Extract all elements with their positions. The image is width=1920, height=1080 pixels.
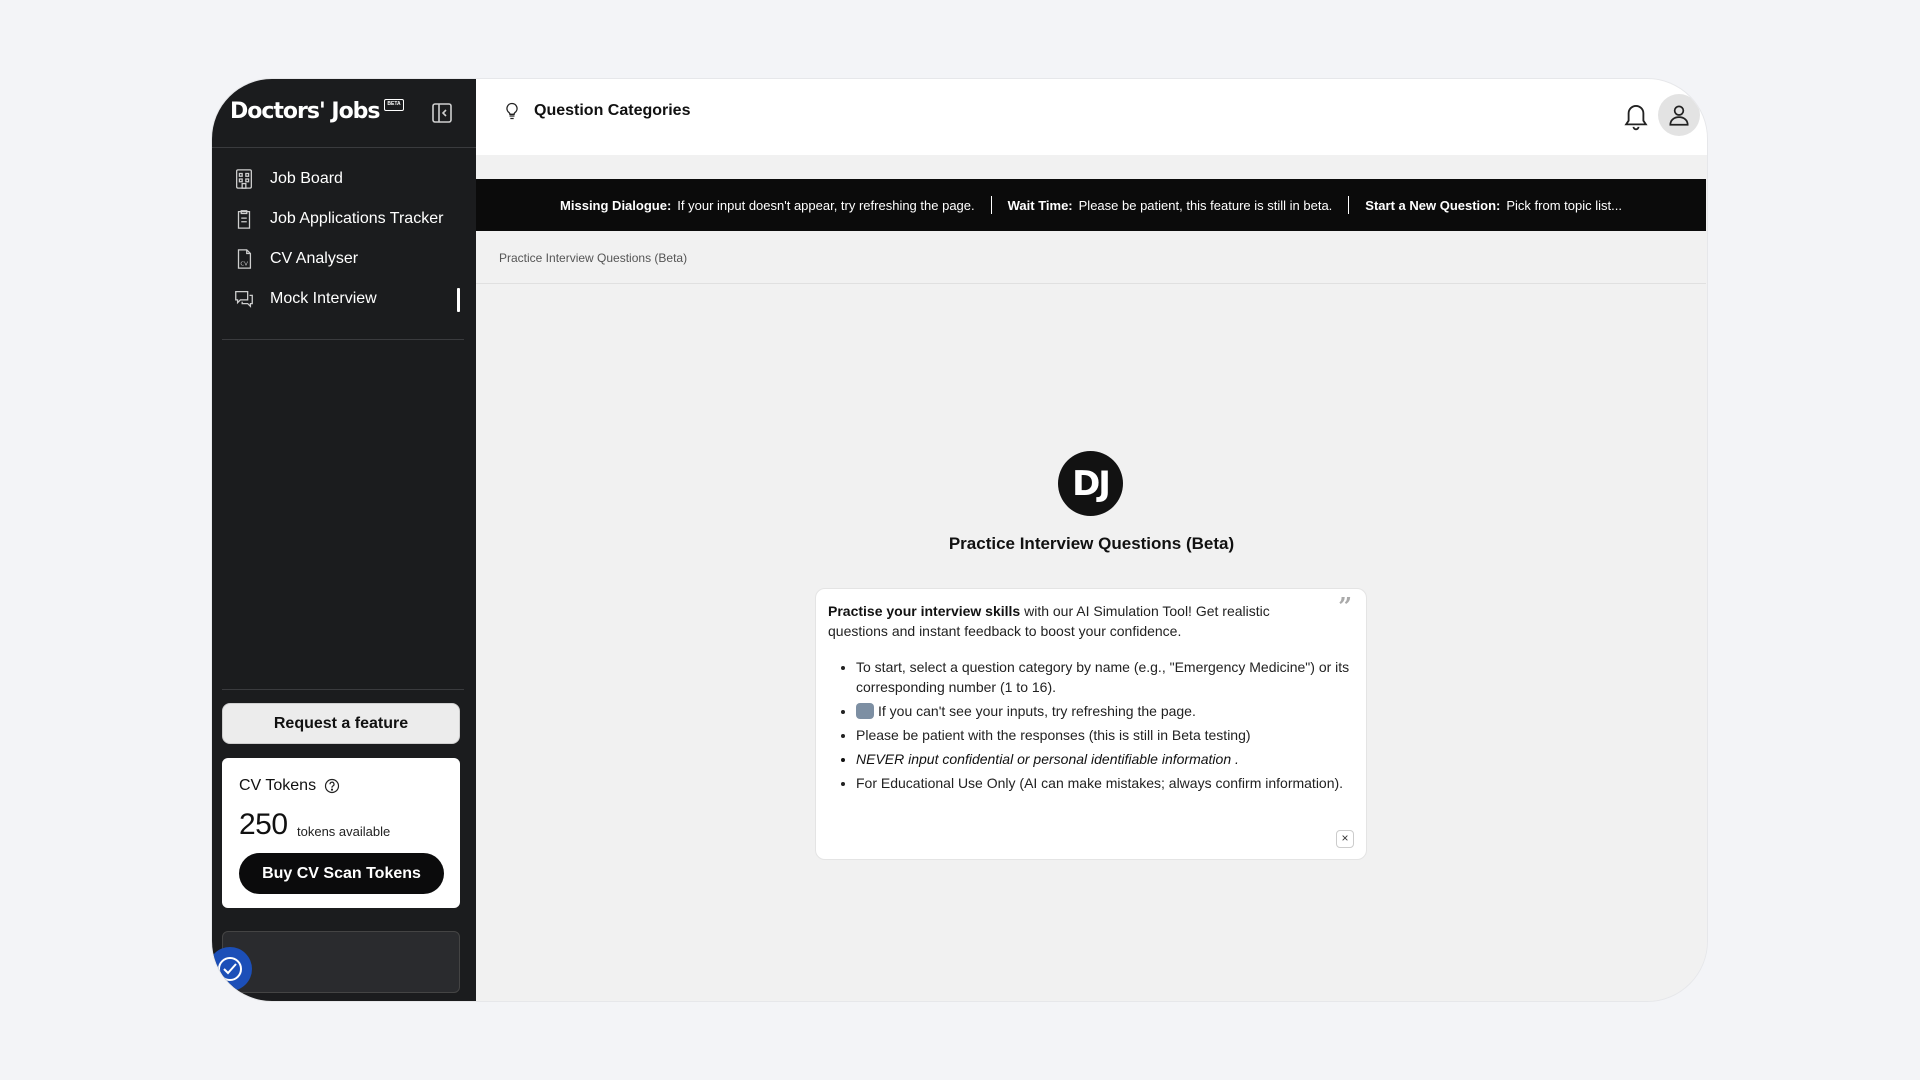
sidebar: Doctors' Jobs BETA Job Board Job Applica… (212, 79, 476, 1001)
nav-label: CV Analyser (270, 250, 359, 267)
list-item: For Educational Use Only (AI can make mi… (856, 773, 1354, 793)
svg-text:CV: CV (240, 261, 248, 267)
sidebar-header: Doctors' Jobs BETA (212, 79, 476, 148)
refresh-icon (856, 703, 874, 719)
user-icon (1669, 105, 1689, 126)
beta-badge: BETA (384, 99, 404, 111)
practice-heading: Practice Interview Questions (Beta) (948, 534, 1235, 553)
job-board-icon (233, 168, 255, 190)
banner-divider (1348, 196, 1350, 214)
nav-label: Job Applications Tracker (270, 210, 444, 227)
breadcrumb: Practice Interview Questions (Beta) (476, 231, 1706, 284)
top-bar: Question Categories (476, 79, 1707, 155)
request-feature-button[interactable]: Request a feature (222, 703, 460, 744)
nav-divider (222, 339, 464, 340)
list-item: To start, select a question category by … (856, 657, 1354, 697)
sidebar-nav: Job Board Job Applications Tracker CV CV… (212, 159, 476, 319)
buy-cv-tokens-button[interactable]: Buy CV Scan Tokens (239, 853, 444, 894)
banner-divider (990, 196, 992, 214)
cv-icon: CV (233, 248, 255, 270)
help-icon[interactable] (324, 778, 340, 794)
cv-tokens-card: CV Tokens 250 tokens available Buy CV Sc… (222, 758, 460, 908)
nav-label: Mock Interview (270, 290, 377, 307)
nav-item-job-board[interactable]: Job Board (212, 159, 476, 199)
banner-item-wait-time: Wait Time: Please be patient, this featur… (1007, 197, 1333, 213)
page-title: Question Categories (502, 101, 690, 121)
user-panel[interactable] (222, 931, 460, 993)
lightbulb-icon (502, 101, 522, 121)
main-content: Question Categories Missing Dialogue: If … (476, 79, 1707, 1001)
quote-icon: ” (1338, 592, 1352, 621)
cv-tokens-label: CV Tokens (239, 777, 317, 794)
close-card-button[interactable]: × (1336, 830, 1354, 848)
dj-logo: DJ (1058, 451, 1123, 516)
nav-item-cv-analyser[interactable]: CV CV Analyser (212, 239, 476, 279)
list-item: Please be patient with the responses (th… (856, 725, 1354, 745)
instructions-list: To start, select a question category by … (828, 657, 1354, 793)
intro-text: Practise your interview skills with our … (828, 603, 1270, 639)
user-avatar[interactable] (1658, 94, 1700, 136)
info-banner: Missing Dialogue: If your input doesn't a… (476, 179, 1706, 231)
nav-item-job-applications-tracker[interactable]: Job Applications Tracker (212, 199, 476, 239)
chat-icon (233, 288, 255, 310)
nav-label: Job Board (270, 170, 343, 187)
banner-item-missing-dialogue: Missing Dialogue: If your input doesn't a… (560, 197, 975, 213)
brand-logo[interactable]: Doctors' Jobs (230, 99, 381, 124)
bell-icon (1624, 105, 1648, 131)
intro-message-card: ” Practise your interview skills with ou… (815, 588, 1367, 860)
accessibility-icon (218, 957, 242, 981)
breadcrumb-text: Practice Interview Questions (Beta) (499, 251, 688, 265)
collapse-sidebar-button[interactable] (430, 101, 454, 125)
banner-item-new-question: Start a New Question: Pick from topic lis… (1365, 197, 1622, 213)
app-window: Doctors' Jobs BETA Job Board Job Applica… (212, 79, 1707, 1001)
page-title-text: Question Categories (534, 102, 691, 119)
notifications-button[interactable] (1621, 101, 1651, 133)
nav-item-mock-interview[interactable]: Mock Interview (212, 279, 476, 319)
list-item: NEVER input confidential or personal ide… (856, 749, 1354, 769)
sidebar-collapse-icon (432, 103, 452, 123)
token-count: 250 (239, 808, 288, 841)
list-item: If you can't see your inputs, try refres… (856, 701, 1354, 721)
token-unit: tokens available (297, 824, 391, 839)
tracker-icon (233, 208, 255, 230)
cv-tokens-title: CV Tokens (239, 777, 340, 795)
bottom-divider (222, 689, 464, 690)
